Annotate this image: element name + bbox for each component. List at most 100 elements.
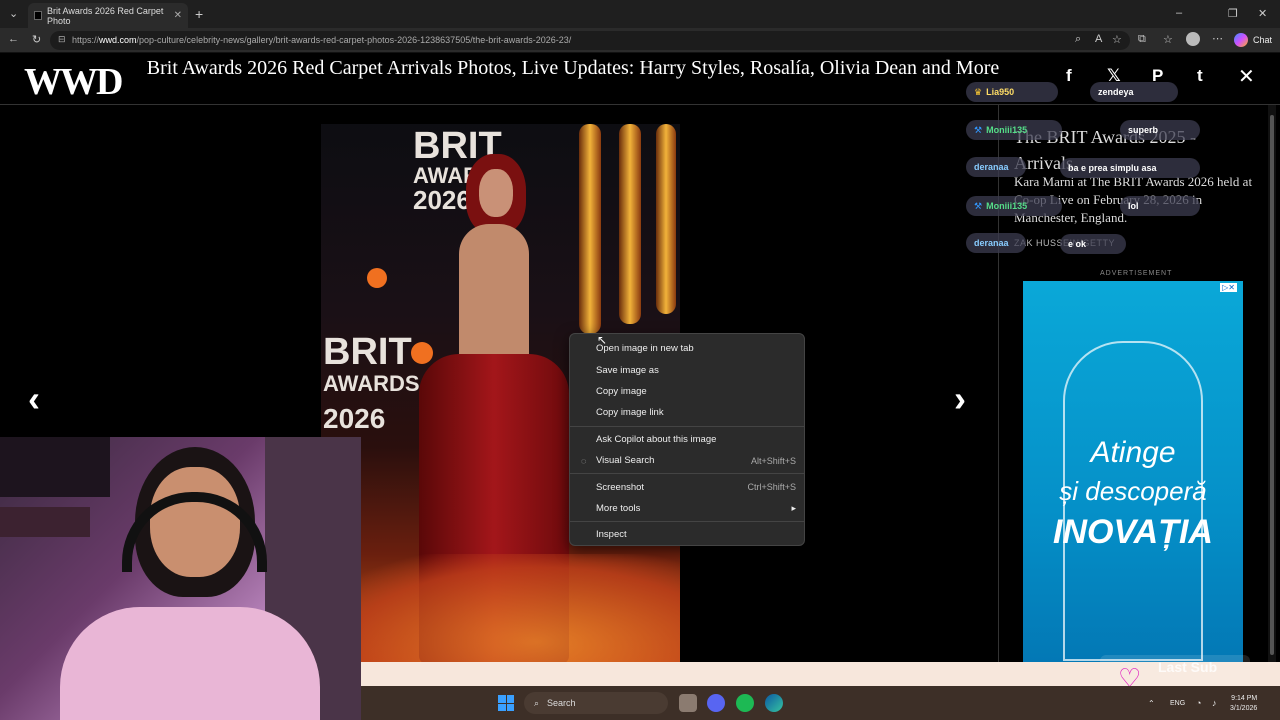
photo-watermark-brit-2: BRIT xyxy=(323,331,412,373)
tray-chevron-icon[interactable]: ⌃ xyxy=(1148,699,1155,708)
spotify-icon[interactable] xyxy=(736,694,754,712)
photo-watermark-year-2: 2026 xyxy=(323,403,386,434)
last-sub-label: Last Sub xyxy=(1158,659,1218,675)
menu-divider xyxy=(570,473,804,475)
menu-shortcut: Alt+Shift+S xyxy=(750,455,796,466)
menu-item-label: Copy image link xyxy=(596,407,664,419)
chat-message: ♛ Lia950 xyxy=(966,82,1058,102)
tab-title: Brit Awards 2026 Red Carpet Photo xyxy=(46,5,164,26)
ad-headline-2: și descoperă xyxy=(1059,476,1207,506)
menu-item-label: Screenshot xyxy=(596,481,645,493)
taskbar-search[interactable]: ⌕ Search xyxy=(524,692,668,714)
chat-username: Moniii135 xyxy=(986,125,1028,135)
gallery-close-icon[interactable]: ✕ xyxy=(1238,64,1255,89)
address-toolbar: ← ↻ ⊟ https://wwd.com/pop-culture/celebr… xyxy=(0,28,1280,53)
favorite-star-icon[interactable]: ☆ xyxy=(1112,33,1122,46)
chat-username: Lia950 xyxy=(986,87,1015,97)
menu-item-label: Ask Copilot about this image xyxy=(596,433,717,445)
photo-watermark-year: 2026 xyxy=(413,185,471,215)
address-bar[interactable]: ⊟ https://wwd.com/pop-culture/celebrity-… xyxy=(50,31,1130,50)
menu-more-tools[interactable]: More tools ▸ xyxy=(570,498,804,519)
gallery-prev-button[interactable]: ‹ xyxy=(28,378,40,420)
mod-badge-icon: ⚒ xyxy=(974,200,983,211)
network-icon[interactable]: ◔ xyxy=(1196,698,1201,708)
menu-copy-image[interactable]: Copy image xyxy=(570,381,804,402)
orb-decoration xyxy=(367,268,387,288)
url-prefix: https:// xyxy=(72,35,100,45)
discord-icon[interactable] xyxy=(707,694,725,712)
mod-badge-icon: ⚒ xyxy=(974,124,983,135)
profile-avatar[interactable] xyxy=(1186,32,1200,46)
menu-screenshot[interactable]: Screenshot Ctrl+Shift+S xyxy=(570,476,804,497)
chat-message: lol xyxy=(1120,196,1200,216)
file-explorer-icon[interactable] xyxy=(679,694,697,712)
taskbar-search-label: Search xyxy=(547,698,576,708)
visual-search-icon: ◌ xyxy=(581,455,587,466)
site-info-icon[interactable]: ⊟ xyxy=(58,34,66,45)
read-aloud-icon[interactable]: A xyxy=(1095,33,1102,45)
favorites-icon[interactable]: ☆ xyxy=(1163,33,1173,46)
menu-divider xyxy=(570,521,804,523)
chat-username: Moniii135 xyxy=(986,201,1028,211)
gallery-next-button[interactable]: › xyxy=(954,378,966,420)
menu-item-label: Copy image xyxy=(596,385,647,397)
zoom-icon[interactable]: ⌕ xyxy=(1075,33,1081,46)
chat-message: deranaa xyxy=(966,157,1026,177)
orb-decoration xyxy=(411,342,433,364)
refresh-icon[interactable]: ↻ xyxy=(32,33,41,46)
chat-text: superb xyxy=(1128,125,1159,135)
browser-tab-bar xyxy=(0,0,1280,28)
streamer-body xyxy=(60,607,320,720)
chat-text: zendeya xyxy=(1098,87,1134,97)
menu-visual-search[interactable]: ◌ Visual Search Alt+Shift+S xyxy=(570,450,804,471)
adchoices-icon[interactable]: ▷✕ xyxy=(1220,283,1237,292)
menu-ask-copilot[interactable]: Ask Copilot about this image xyxy=(570,429,804,450)
menu-inspect[interactable]: Inspect xyxy=(570,524,804,545)
ad-headline-1: Atinge xyxy=(1090,436,1176,469)
chat-username: deranaa xyxy=(974,162,1009,172)
stage-pillar xyxy=(656,124,676,314)
chat-message: ba e prea simplu asa xyxy=(1060,158,1200,178)
mouse-cursor-icon: ↖ xyxy=(597,333,608,347)
back-icon[interactable]: ← xyxy=(8,33,19,45)
menu-item-label: Inspect xyxy=(596,529,627,541)
menu-item-label: More tools xyxy=(596,502,641,514)
image-context-menu: Open image in new tab Save image as Copy… xyxy=(569,333,805,546)
advertisement-label: ADVERTISEMENT xyxy=(1100,270,1173,277)
taskbar-clock[interactable]: 9:14 PM 3/1/2026 xyxy=(1230,694,1257,714)
chat-text: e ok xyxy=(1068,239,1087,249)
chat-button[interactable]: Chat xyxy=(1253,35,1272,45)
search-icon: ⌕ xyxy=(534,697,540,708)
edge-icon[interactable] xyxy=(765,694,783,712)
more-menu-icon[interactable]: ⋯ xyxy=(1212,32,1223,45)
submenu-arrow-icon: ▸ xyxy=(791,502,796,513)
volume-icon[interactable]: ♪ xyxy=(1212,698,1217,708)
menu-shortcut: Ctrl+Shift+S xyxy=(747,482,796,493)
chat-message: zendeya xyxy=(1090,82,1178,102)
chat-message: deranaa xyxy=(966,233,1026,253)
figure-torso xyxy=(459,224,529,364)
maximize-icon[interactable]: ❐ xyxy=(1228,7,1238,20)
minimize-icon[interactable]: – xyxy=(1176,7,1182,19)
facebook-share-icon[interactable]: f xyxy=(1066,66,1072,86)
chat-message: superb xyxy=(1120,120,1200,140)
menu-item-label: Visual Search xyxy=(596,455,655,467)
scrollbar-thumb[interactable] xyxy=(1270,115,1274,655)
advertisement-banner[interactable]: ▷✕ Atinge și descoperă INOVAȚIA xyxy=(1023,281,1243,662)
browser-tab[interactable]: Brit Awards 2026 Red Carpet Photo ✕ xyxy=(28,3,188,28)
tab-close-icon[interactable]: ✕ xyxy=(174,10,182,21)
wwd-logo[interactable]: WWD xyxy=(24,60,123,104)
new-tab-icon[interactable]: + xyxy=(195,6,203,22)
window-close-icon[interactable]: ✕ xyxy=(1258,7,1267,20)
extensions-icon[interactable]: ⧉ xyxy=(1138,33,1146,46)
clock-time: 9:14 PM xyxy=(1231,695,1258,702)
menu-save-image-as[interactable]: Save image as xyxy=(570,359,804,380)
language-indicator[interactable]: ENG xyxy=(1170,700,1185,707)
menu-copy-image-link[interactable]: Copy image link xyxy=(570,402,804,423)
tab-list-chevron-icon[interactable]: ⌄ xyxy=(9,7,18,20)
tumblr-share-icon[interactable]: t xyxy=(1197,66,1203,86)
page-title: Brit Awards 2026 Red Carpet Arrivals Pho… xyxy=(146,57,1000,79)
windows-start-icon[interactable] xyxy=(498,695,514,711)
menu-divider xyxy=(570,425,804,427)
copilot-icon[interactable] xyxy=(1234,33,1248,47)
